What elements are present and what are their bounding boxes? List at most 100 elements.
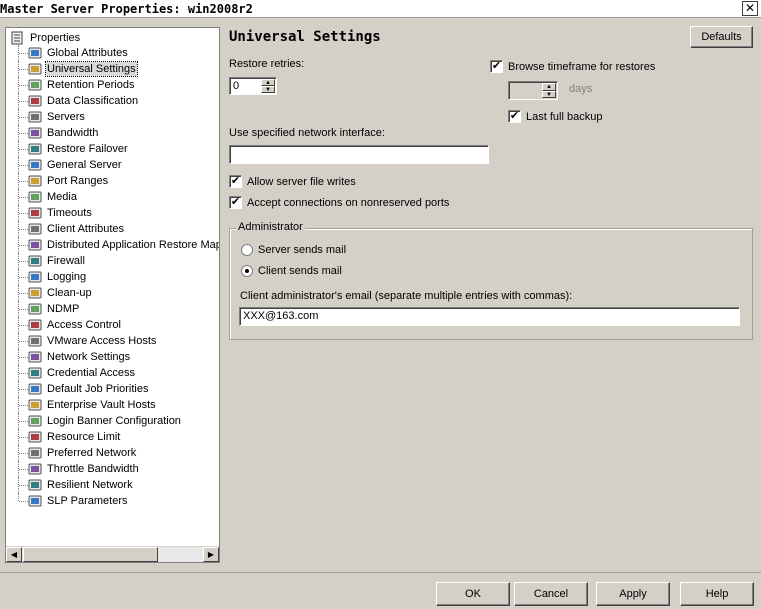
tree-connector-line [19,293,28,294]
tree-connector-line [19,165,28,166]
tree-item[interactable]: Distributed Application Restore Map [6,237,219,253]
tree-item[interactable]: Enterprise Vault Hosts [6,397,219,413]
scroll-right-button[interactable]: ▶ [203,547,219,562]
priorities-icon [28,383,42,395]
client-sends-mail-label: Client sends mail [258,265,342,277]
tree-connector-line [19,437,28,438]
tree-item[interactable]: Port Ranges [6,173,219,189]
tree-item-label: Clean-up [47,287,92,299]
tree-item[interactable]: Data Classification [6,93,219,109]
tree-item[interactable]: Resource Limit [6,429,219,445]
tree-item[interactable]: Clean-up [6,285,219,301]
tree-item-label: Retention Periods [47,79,135,91]
tree-item[interactable]: Restore Failover [6,141,219,157]
administrator-legend: Administrator [236,221,305,233]
tree-root-properties[interactable]: Properties [10,30,80,45]
tree-item[interactable]: Network Settings [6,349,219,365]
tree-item[interactable]: Universal Settings [6,61,219,77]
restore-map-icon [28,239,42,251]
scrollbar-thumb[interactable] [23,547,158,562]
tree-item-label: VMware Access Hosts [47,335,157,347]
tree-item-label: Firewall [47,255,85,267]
tree-connector-line [19,69,28,70]
tree-connector-line [19,117,28,118]
network-interface-label: Use specified network interface: [229,127,385,139]
checkbox-check-icon: ✔ [229,175,242,188]
restore-retries-stepper[interactable]: 0 ▲ ▼ [229,77,277,95]
cancel-button[interactable]: Cancel [514,582,588,606]
tree-item[interactable]: Credential Access [6,365,219,381]
spin-up-icon[interactable]: ▲ [261,79,275,86]
tree-item-label: Resilient Network [47,479,133,491]
tree-connector-line [19,197,28,198]
tree-item[interactable]: Retention Periods [6,77,219,93]
tree-item-label: Resource Limit [47,431,121,443]
allow-server-file-writes-label: Allow server file writes [247,175,356,188]
tree-item[interactable]: SLP Parameters [6,493,219,509]
tree-connector-line [19,277,28,278]
tree-item[interactable]: Resilient Network [6,477,219,493]
tree-item[interactable]: Default Job Priorities [6,381,219,397]
vmware-icon [28,335,42,347]
browse-timeframe-checkbox[interactable]: ✔ Browse timeframe for restores [490,60,655,73]
server-sends-mail-radio[interactable]: Server sends mail [241,244,346,256]
tree-item[interactable]: Preferred Network [6,445,219,461]
tree-connector-line [19,261,28,262]
tree-connector-line [19,245,28,246]
client-sends-mail-radio[interactable]: Client sends mail [241,265,342,277]
tree-connector-line [19,149,28,150]
tree-item[interactable]: Access Control [6,317,219,333]
accept-nonreserved-ports-checkbox[interactable]: ✔ Accept connections on nonreserved port… [229,196,449,209]
checkbox-check-icon: ✔ [229,196,242,209]
tree-item[interactable]: NDMP [6,301,219,317]
tree-item[interactable]: General Server [6,157,219,173]
logging-icon [28,271,42,283]
tree-connector-line [19,85,28,86]
tree-connector-line [19,501,28,502]
last-full-backup-checkbox[interactable]: ✔ Last full backup [508,110,602,123]
help-button[interactable]: Help [680,582,754,606]
clock-icon [28,207,42,219]
tree-item-label: Client Attributes [47,223,125,235]
tree-item[interactable]: Login Banner Configuration [6,413,219,429]
tree-item[interactable]: Media [6,189,219,205]
restore-retries-label: Restore retries: [229,58,305,70]
tree-item-label: Network Settings [47,351,131,363]
browse-days-stepper[interactable]: ▲ ▼ [508,81,558,100]
tree-item[interactable]: Logging [6,269,219,285]
tree-item-label: Credential Access [47,367,136,379]
servers-icon [28,111,42,123]
radio-button-icon [241,244,253,256]
scroll-left-button[interactable]: ◀ [6,547,22,562]
tree-item[interactable]: Timeouts [6,205,219,221]
close-button[interactable]: ✕ [742,1,758,16]
spin-down-icon[interactable]: ▼ [261,86,275,93]
throttle-icon [28,463,42,475]
properties-tree[interactable]: Properties Global Attributes Universal Se… [5,27,220,563]
tree-item-label: Logging [47,271,87,283]
tree-connector-line [19,53,28,54]
data-classification-icon [28,95,42,107]
cleanup-icon [28,287,42,299]
spin-down-icon[interactable]: ▼ [542,90,556,98]
port-ranges-icon [28,175,42,187]
allow-server-file-writes-checkbox[interactable]: ✔ Allow server file writes [229,175,356,188]
tree-horizontal-scrollbar[interactable]: ◀ ▶ [6,546,219,562]
tree-item-label: Global Attributes [47,47,128,59]
tree-item-label: General Server [47,159,122,171]
tree-item[interactable]: Bandwidth [6,125,219,141]
defaults-button[interactable]: Defaults [690,26,753,48]
tree-item[interactable]: Client Attributes [6,221,219,237]
tree-item[interactable]: Global Attributes [6,45,219,61]
server-sends-mail-label: Server sends mail [258,244,347,256]
admin-email-input[interactable]: XXX@163.com [239,307,740,326]
apply-button[interactable]: Apply [596,582,670,606]
network-interface-input[interactable] [229,145,489,164]
tree-item[interactable]: Servers [6,109,219,125]
spin-up-icon[interactable]: ▲ [542,83,556,91]
restore-failover-icon [28,143,42,155]
tree-item[interactable]: Throttle Bandwidth [6,461,219,477]
tree-item[interactable]: VMware Access Hosts [6,333,219,349]
ok-button[interactable]: OK [436,582,510,606]
tree-item[interactable]: Firewall [6,253,219,269]
